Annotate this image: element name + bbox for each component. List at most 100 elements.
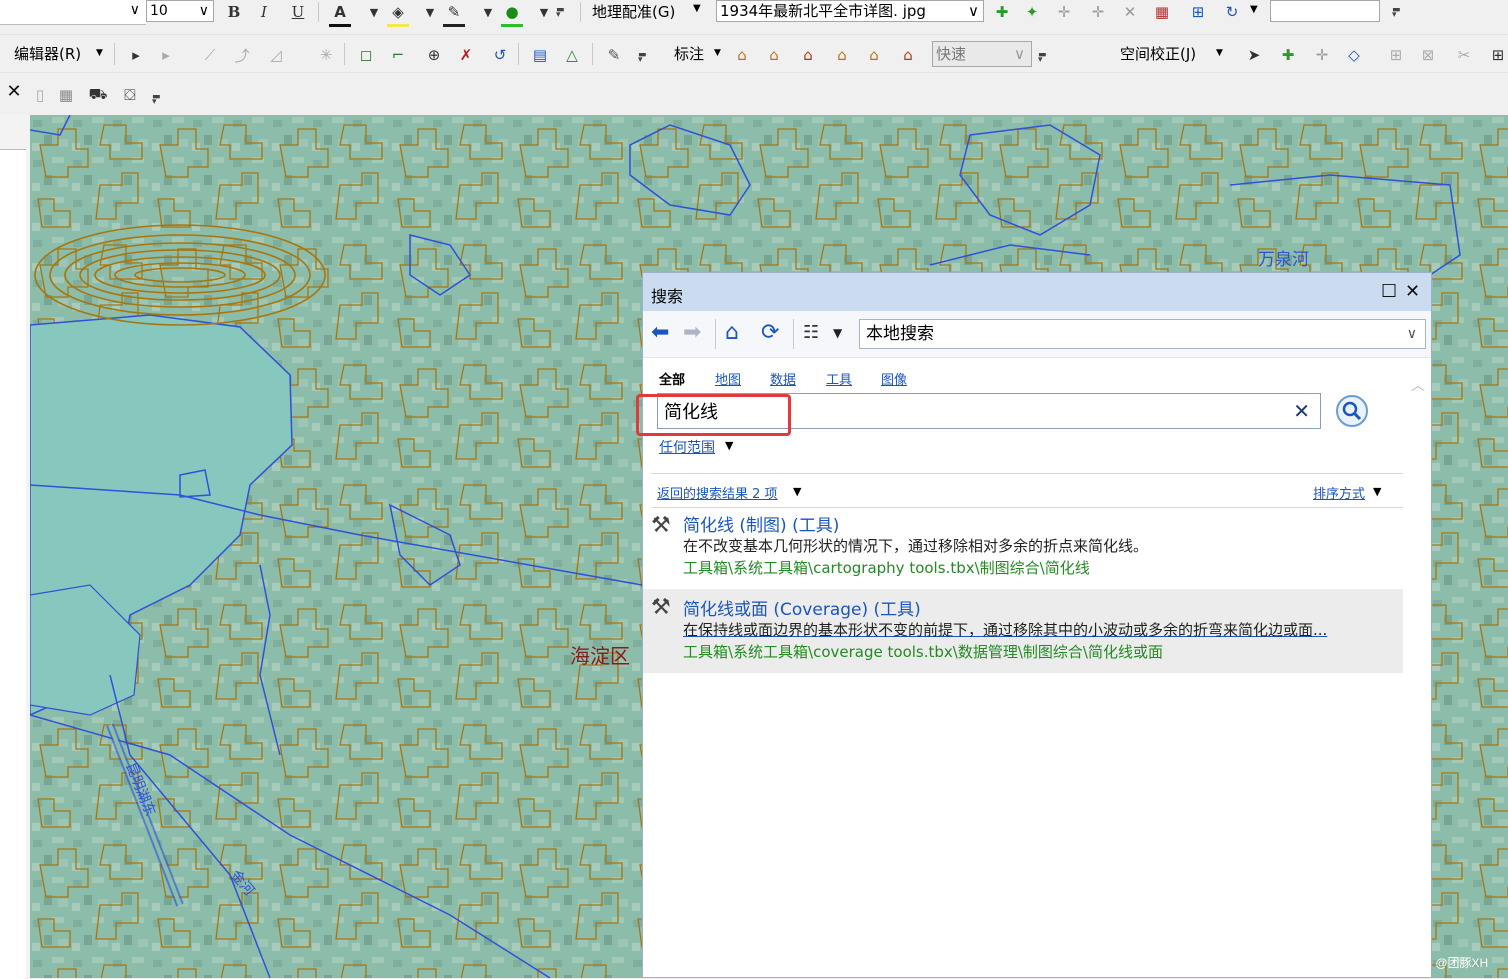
result-title[interactable]: 简化线 (制图) (工具) — [683, 511, 839, 536]
rotate-tool-icon[interactable]: ↺ — [489, 43, 511, 67]
refresh-icon[interactable]: ⟳ — [761, 321, 779, 345]
dropdown-arrow-icon[interactable]: ▼ — [1373, 485, 1381, 498]
dropdown-arrow-icon[interactable]: ▼ — [477, 0, 499, 24]
link-table-icon[interactable]: ⊞ — [1187, 0, 1209, 24]
lock-labels-icon[interactable]: ⌂ — [763, 43, 785, 67]
back-arrow-icon[interactable]: ⬅ — [651, 321, 669, 345]
dropdown-arrow-icon[interactable]: ▼ — [419, 0, 441, 24]
rotate-icon[interactable]: ↻ — [1221, 0, 1243, 24]
add-control-points-icon[interactable]: ✚ — [991, 0, 1013, 24]
zoom-to-link-icon[interactable]: ✛ — [1087, 0, 1109, 24]
label-weight-icon[interactable]: ⌂ — [897, 43, 919, 67]
font-size-combo[interactable]: 10 ∨ — [146, 0, 214, 22]
clear-search-icon[interactable]: ✕ — [1293, 399, 1310, 423]
search-scope-combo[interactable]: 本地搜索 ∨ — [859, 319, 1426, 349]
dropdown-arrow-icon[interactable]: ▼ — [533, 0, 555, 24]
multiple-displacement-links-icon[interactable]: ◇ — [1343, 43, 1365, 67]
curve-segment-icon[interactable]: ⤴ — [231, 43, 253, 67]
search-range-link[interactable]: 任何范围 — [659, 437, 715, 457]
data-driven-pages-icon[interactable]: ⛋ — [119, 83, 141, 107]
label-quality-combo[interactable]: 快速 ∨ — [932, 41, 1032, 67]
toolbar-overflow-icon[interactable]: ▬ ▾ — [1392, 6, 1401, 24]
maximize-icon[interactable]: ☐ — [1381, 281, 1397, 302]
create-features-icon[interactable]: ✎ — [603, 43, 625, 67]
scrollbar[interactable]: ︿ — [1405, 369, 1431, 977]
select-elements-icon[interactable]: ➤ — [1243, 43, 1265, 67]
view-link-table-icon[interactable]: ▦ — [1151, 0, 1173, 24]
result-count[interactable]: 返回的搜索结果 2 项 — [657, 483, 778, 502]
toolbar-overflow-icon[interactable]: ▬ ▾ — [1038, 51, 1047, 69]
label-priority-icon[interactable]: ⌂ — [863, 43, 885, 67]
tab-images[interactable]: 图像 — [881, 369, 907, 388]
result-title[interactable]: 简化线或面 (Coverage) (工具) — [683, 595, 921, 620]
new-displacement-link-icon[interactable]: ✚ — [1277, 43, 1299, 67]
rotate-angle-input[interactable] — [1270, 0, 1380, 22]
toolbar-overflow-icon[interactable]: ▬ ▾ — [556, 6, 565, 24]
dropdown-arrow-icon[interactable]: ▼ — [725, 439, 733, 452]
page-icon[interactable]: ▯ — [29, 83, 51, 107]
cut-polygons-icon[interactable]: ⊕ — [423, 43, 445, 67]
clear-limited-area-icon[interactable]: ✂ — [1453, 43, 1475, 67]
scroll-up-icon[interactable]: ︿ — [1411, 375, 1425, 395]
close-icon[interactable]: ✕ — [1405, 281, 1420, 302]
link-table-2-icon[interactable]: ⊞ — [1487, 43, 1508, 67]
toolbar-overflow-icon[interactable]: ▬ ▾ — [152, 93, 161, 111]
georef-layer-combo[interactable]: 1934年最新北平全市详图. jpg ∨ — [716, 0, 984, 22]
search-result-item[interactable]: ⚒ 简化线 (制图) (工具) 在不改变基本几何形状的情况下，通过移除相对多余的… — [643, 509, 1403, 587]
table-of-contents-strip[interactable] — [0, 115, 31, 979]
home-icon[interactable]: ⌂ — [725, 321, 739, 345]
toolbar-row-3: ✕ ▯ ▦ ⛟ ⛋ ▬ ▾ — [0, 72, 1508, 116]
divider — [651, 507, 1403, 508]
bold-button[interactable]: B — [223, 0, 245, 24]
identity-link-icon[interactable]: ⊞ — [1385, 43, 1407, 67]
dropdown-arrow-icon: ▼ — [96, 48, 103, 58]
close-icon[interactable]: ✕ — [3, 79, 25, 103]
fill-color-icon[interactable]: ◈ — [387, 0, 409, 27]
tab-maps[interactable]: 地图 — [715, 369, 741, 388]
view-unplaced-labels-icon[interactable]: ⌂ — [831, 43, 853, 67]
split-tool-icon[interactable]: ✳ — [315, 43, 337, 67]
reshape-feature-icon[interactable]: ⌐ — [387, 43, 409, 67]
georeferencing-menu[interactable]: 地理配准(G) — [592, 1, 675, 22]
tab-tools[interactable]: 工具 — [826, 369, 852, 388]
construction-tools-icon[interactable]: ◿ — [265, 43, 287, 67]
modify-link-icon[interactable]: ✛ — [1311, 43, 1333, 67]
search-result-item[interactable]: ⚒ 简化线或面 (Coverage) (工具) 在保持线或面边界的基本形状不变的… — [643, 589, 1403, 673]
marker-color-icon[interactable]: ● — [501, 0, 523, 27]
forward-arrow-icon[interactable]: ➡ — [683, 321, 701, 345]
italic-button[interactable]: I — [253, 0, 275, 24]
view-options-icon[interactable]: ☷ — [803, 321, 819, 345]
labeling-menu[interactable]: 标注 — [674, 43, 704, 64]
toolbar-overflow-icon[interactable]: ▬ ▾ — [638, 51, 647, 69]
auto-registration-icon[interactable]: ✦ — [1021, 0, 1043, 24]
dropdown-arrow-icon[interactable]: ▼ — [833, 321, 842, 345]
select-link-icon[interactable]: ✛ — [1053, 0, 1075, 24]
search-window[interactable]: 搜索 ☐ ✕ ⬅ ➡ ⌂ ⟳ ☷ ▼ 本地搜索 ∨ 全部 地图 数据 工具 图像… — [642, 272, 1432, 978]
tab-data[interactable]: 数据 — [770, 369, 796, 388]
straight-segment-icon[interactable]: ⟋ — [199, 43, 221, 67]
tab-all[interactable]: 全部 — [659, 369, 685, 388]
line-color-icon[interactable]: ✎ — [443, 0, 465, 27]
layout-icon[interactable]: ▦ — [55, 83, 77, 107]
sketch-properties-icon[interactable]: △ — [561, 43, 583, 67]
dropdown-arrow-icon[interactable]: ▼ — [363, 0, 385, 24]
edit-vertices-icon[interactable]: ◻ — [355, 43, 377, 67]
editor-menu[interactable]: 编辑器(R) — [14, 43, 81, 64]
font-color-icon[interactable]: A — [329, 0, 351, 27]
search-button[interactable] — [1336, 395, 1368, 427]
spatial-adjustment-menu[interactable]: 空间校正(J) — [1120, 43, 1196, 64]
change-layout-icon[interactable]: ⛟ — [87, 83, 109, 107]
search-window-titlebar[interactable]: 搜索 ☐ ✕ — [643, 273, 1431, 311]
split-icon[interactable]: ✗ — [455, 43, 477, 67]
annotation-edit-tool-icon[interactable]: ▸ — [155, 43, 177, 67]
underline-button[interactable]: U — [287, 0, 309, 24]
limited-adjustment-area-icon[interactable]: ⊠ — [1417, 43, 1439, 67]
attributes-icon[interactable]: ▤ — [529, 43, 551, 67]
font-family-combo[interactable]: ∨ — [0, 0, 146, 25]
delete-link-icon[interactable]: ✕ — [1119, 0, 1141, 24]
pause-labeling-icon[interactable]: ⌂ — [797, 43, 819, 67]
label-manager-icon[interactable]: ⌂ — [731, 43, 753, 67]
edit-tool-icon[interactable]: ▸ — [125, 43, 147, 67]
sort-by-link[interactable]: 排序方式 — [1313, 483, 1365, 502]
dropdown-arrow-icon[interactable]: ▼ — [793, 485, 801, 498]
